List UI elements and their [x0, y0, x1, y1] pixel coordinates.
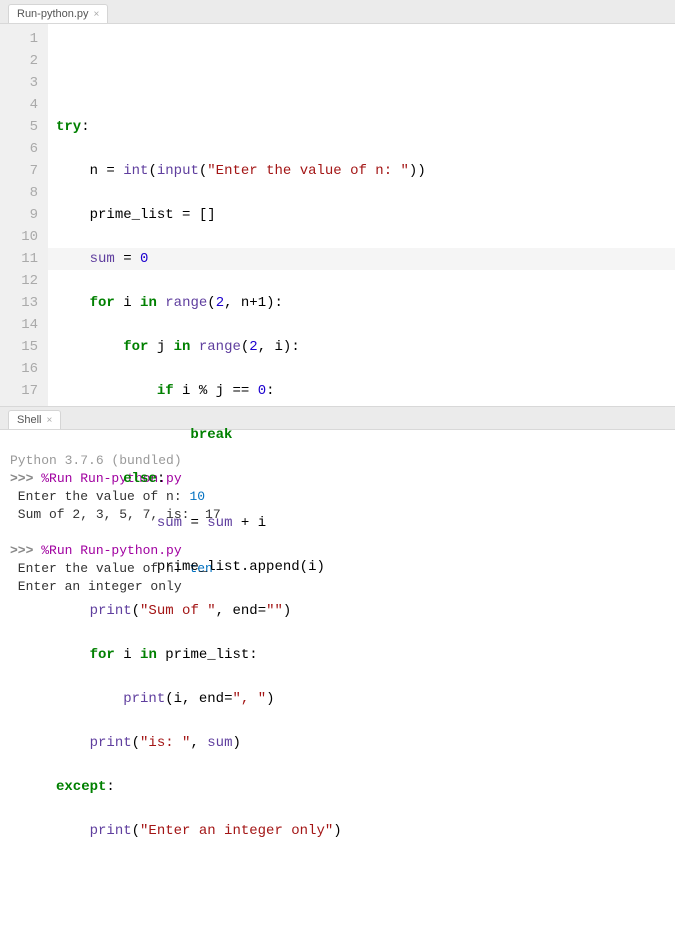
line-number: 8	[0, 182, 38, 204]
line-number: 12	[0, 270, 38, 292]
line-number: 11	[0, 248, 38, 270]
shell-tab-label: Shell	[17, 414, 41, 426]
line-number: 5	[0, 116, 38, 138]
editor-tab-label: Run-python.py	[17, 8, 89, 20]
shell-tab[interactable]: Shell ×	[8, 410, 61, 429]
close-icon[interactable]: ×	[46, 415, 52, 426]
code-content: try: n = int(input("Enter the value of n…	[56, 94, 675, 886]
line-number: 4	[0, 94, 38, 116]
line-number-gutter: 1 2 3 4 5 6 7 8 9 10 11 12 13 14 15 16 1…	[0, 24, 48, 406]
line-number: 15	[0, 336, 38, 358]
line-number: 7	[0, 160, 38, 182]
editor-tab[interactable]: Run-python.py ×	[8, 4, 108, 23]
line-number: 16	[0, 358, 38, 380]
line-number: 13	[0, 292, 38, 314]
line-number: 3	[0, 72, 38, 94]
shell-prompt: >>>	[10, 471, 33, 486]
line-number: 14	[0, 314, 38, 336]
line-number: 1	[0, 28, 38, 50]
code-area[interactable]: try: n = int(input("Enter the value of n…	[48, 24, 675, 406]
close-icon[interactable]: ×	[94, 9, 100, 20]
line-number: 2	[0, 50, 38, 72]
line-number: 17	[0, 380, 38, 402]
code-editor[interactable]: 1 2 3 4 5 6 7 8 9 10 11 12 13 14 15 16 1…	[0, 24, 675, 406]
line-number: 10	[0, 226, 38, 248]
line-number: 6	[0, 138, 38, 160]
editor-tabbar: Run-python.py ×	[0, 0, 675, 24]
shell-prompt: >>>	[10, 543, 33, 558]
line-number: 9	[0, 204, 38, 226]
